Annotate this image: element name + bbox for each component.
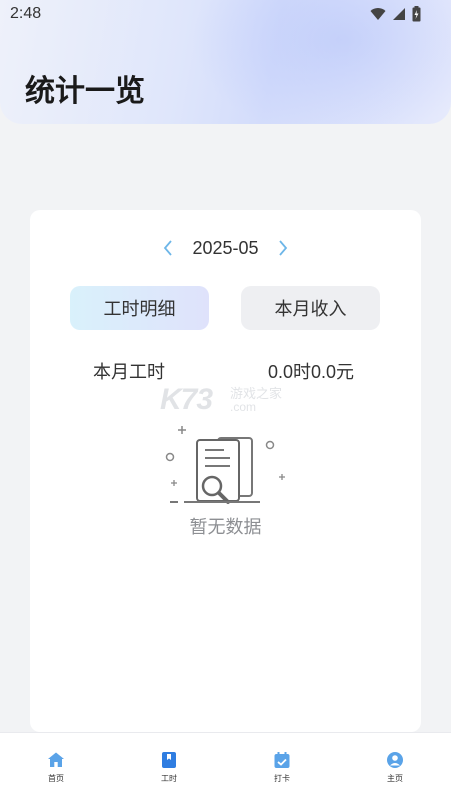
battery-icon <box>412 6 421 22</box>
bottom-nav: 首页 工时 打卡 主页 <box>0 732 451 802</box>
watermark-domain: .com <box>230 400 257 414</box>
wifi-icon <box>370 8 386 20</box>
chevron-left-icon[interactable] <box>160 239 176 257</box>
user-icon <box>387 752 403 768</box>
status-icons <box>370 6 421 22</box>
tab-work-hours-detail[interactable]: 工时明细 <box>70 286 209 330</box>
status-bar: 2:48 <box>0 0 451 32</box>
watermark-brand: K73 <box>160 383 213 416</box>
nav-label-profile: 主页 <box>387 774 403 783</box>
month-value: 2025-05 <box>192 237 259 258</box>
nav-item-checkin[interactable]: 打卡 <box>252 751 312 784</box>
nav-item-home[interactable]: 首页 <box>26 751 86 784</box>
nav-label-home: 首页 <box>48 774 64 783</box>
status-time: 2:48 <box>10 5 42 22</box>
home-icon <box>48 752 64 767</box>
page-title: 统计一览 <box>25 74 145 109</box>
nav-label-checkin: 打卡 <box>274 774 290 783</box>
monthly-hours-label: 本月工时 <box>93 362 165 383</box>
book-icon <box>162 752 176 768</box>
signal-icon <box>393 8 405 20</box>
nav-item-work-hours[interactable]: 工时 <box>139 751 199 784</box>
monthly-hours-value: 0.0时0.0元 <box>268 362 355 382</box>
nav-item-profile[interactable]: 主页 <box>365 751 425 784</box>
month-selector: 2025-05 <box>30 236 421 260</box>
nav-label-work-hours: 工时 <box>161 774 177 783</box>
chevron-right-icon[interactable] <box>275 239 291 257</box>
tab-monthly-income[interactable]: 本月收入 <box>241 286 380 330</box>
statistics-card: 2025-05 工时明细 本月收入 本月工时 0.0时0.0元 K73 游戏之家… <box>30 210 421 732</box>
calendar-check-icon <box>274 752 290 768</box>
watermark-logo: K73 游戏之家 .com <box>160 383 292 419</box>
empty-state-text: 暂无数据 <box>189 517 262 538</box>
empty-document-icon <box>165 426 285 504</box>
